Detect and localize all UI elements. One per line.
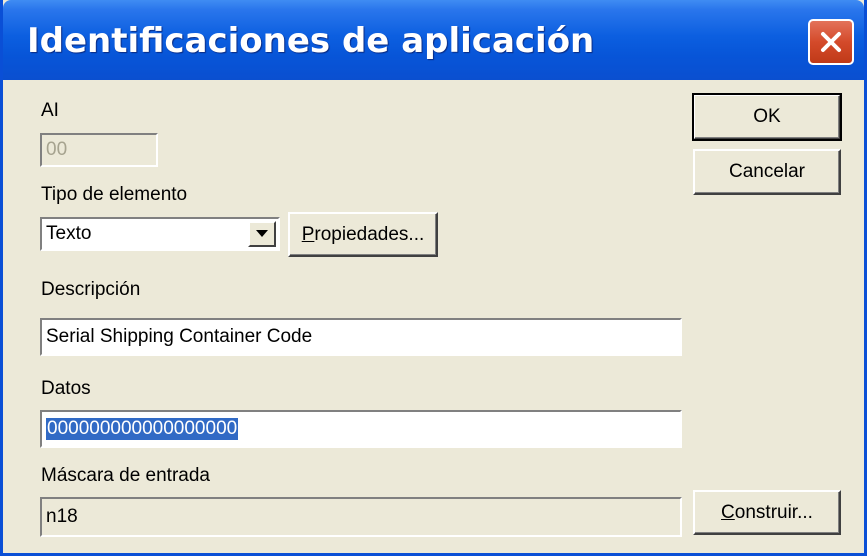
build-label: onstruir... <box>734 501 813 523</box>
input-mask-label: Máscara de entrada <box>41 465 210 486</box>
description-label: Descripción <box>41 279 141 300</box>
title-bar[interactable]: Identificaciones de aplicación <box>3 0 864 80</box>
element-type-label: Tipo de elemento <box>41 184 188 205</box>
dropdown-button[interactable] <box>248 221 276 247</box>
properties-mnemonic: P <box>301 223 315 245</box>
ok-label: OK <box>753 106 781 127</box>
description-value: Serial Shipping Container Code <box>46 326 313 347</box>
chevron-down-icon <box>256 230 268 237</box>
build-mnemonic: C <box>721 501 735 523</box>
window-title: Identificaciones de aplicación <box>27 21 595 61</box>
ai-field: 00 <box>40 133 158 167</box>
ai-value: 00 <box>46 139 68 160</box>
data-field[interactable]: 000000000000000000 <box>40 410 682 448</box>
element-type-select[interactable]: Texto <box>40 217 280 251</box>
ai-label: AI <box>41 100 59 121</box>
cancel-button[interactable]: Cancelar <box>693 149 841 195</box>
element-type-value: Texto <box>46 223 92 244</box>
properties-button[interactable]: Propiedades... <box>288 212 438 257</box>
dialog-window: Identificaciones de aplicación AI 00 Tip… <box>0 0 867 556</box>
cancel-label: Cancelar <box>728 161 806 182</box>
data-label: Datos <box>41 378 91 399</box>
description-field[interactable]: Serial Shipping Container Code <box>40 318 682 356</box>
properties-label: ropiedades... <box>314 223 425 245</box>
input-mask-field: n18 <box>40 497 682 537</box>
build-button[interactable]: Construir... <box>693 490 841 535</box>
close-icon <box>821 32 841 52</box>
input-mask-value: n18 <box>46 506 78 527</box>
ok-button[interactable]: OK <box>692 93 842 141</box>
close-button[interactable] <box>808 19 854 65</box>
data-value: 000000000000000000 <box>46 418 239 440</box>
